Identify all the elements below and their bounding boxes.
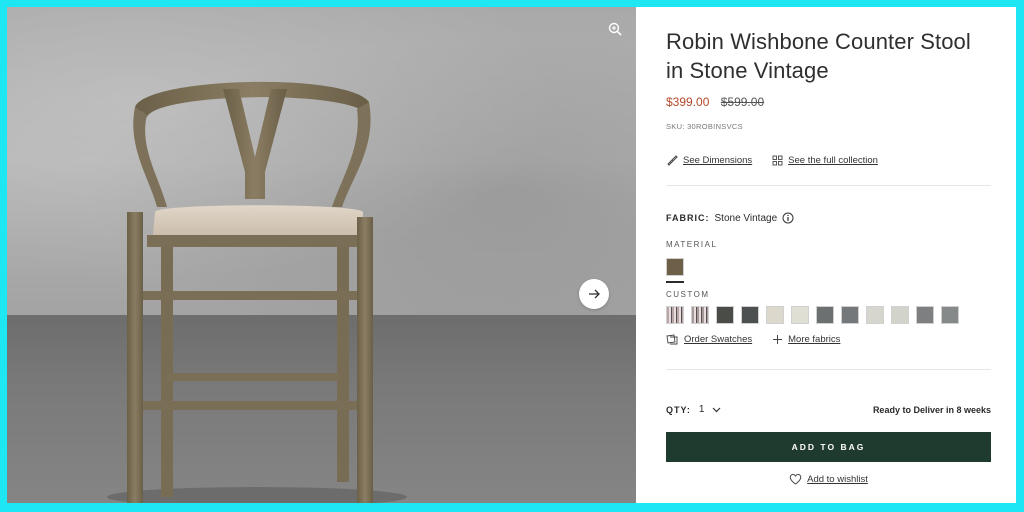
custom-swatch[interactable] — [891, 306, 909, 324]
see-collection-link[interactable]: See the full collection — [772, 155, 878, 166]
product-image — [107, 81, 407, 503]
zoom-in-icon[interactable] — [607, 21, 623, 37]
order-swatches-label: Order Swatches — [684, 334, 753, 345]
grid-icon — [772, 155, 783, 165]
quantity-select[interactable]: 1 — [699, 404, 722, 415]
custom-swatch[interactable] — [816, 306, 834, 324]
qty-label: QTY: — [666, 404, 691, 415]
fabric-row: FABRIC: Stone Vintage — [666, 212, 794, 224]
see-collection-label: See the full collection — [788, 154, 878, 166]
custom-swatch[interactable] — [691, 306, 709, 324]
add-to-wishlist-link[interactable]: Add to wishlist — [666, 473, 991, 485]
add-to-bag-button[interactable]: ADD TO BAG — [666, 432, 991, 462]
see-dimensions-label: See Dimensions — [683, 154, 753, 166]
divider — [666, 185, 991, 186]
arrow-right-icon — [589, 289, 600, 299]
custom-swatch[interactable] — [841, 306, 859, 324]
product-image-gallery — [7, 7, 636, 503]
swatch-actions: Order Swatches More fabrics — [666, 334, 860, 345]
product-links: See Dimensions See the full collection — [666, 154, 898, 166]
custom-swatch[interactable] — [941, 306, 959, 324]
product-page: Robin Wishbone Counter Stool in Stone Vi… — [7, 7, 1016, 503]
order-swatches-link[interactable]: Order Swatches — [666, 334, 752, 345]
info-icon[interactable] — [782, 212, 794, 224]
material-swatch[interactable] — [666, 258, 684, 276]
custom-swatch[interactable] — [766, 306, 784, 324]
qty-value: 1 — [698, 404, 705, 415]
custom-label: CUSTOM — [666, 290, 710, 299]
sku-text: SKU: 30ROBINSVCS — [666, 122, 743, 131]
more-fabrics-link[interactable]: More fabrics — [772, 334, 840, 345]
delivery-estimate: Ready to Deliver in 8 weeks — [872, 404, 991, 415]
custom-swatch[interactable] — [716, 306, 734, 324]
product-info-panel: Robin Wishbone Counter Stool in Stone Vi… — [666, 7, 991, 503]
selected-swatch-indicator — [666, 281, 684, 283]
chevron-down-icon — [712, 407, 721, 412]
price-row: $399.00 $599.00 — [666, 95, 764, 109]
custom-swatch[interactable] — [791, 306, 809, 324]
wishlist-label: Add to wishlist — [807, 473, 868, 485]
sale-price: $399.00 — [666, 95, 710, 109]
custom-swatch[interactable] — [666, 306, 684, 324]
next-image-button[interactable] — [579, 279, 609, 309]
ruler-icon — [667, 155, 678, 166]
more-fabrics-label: More fabrics — [788, 334, 841, 345]
plus-icon — [773, 335, 783, 344]
quantity-row: QTY: 1 Ready to Deliver in 8 weeks — [666, 404, 991, 415]
custom-swatch[interactable] — [741, 306, 759, 324]
see-dimensions-link[interactable]: See Dimensions — [666, 154, 752, 166]
fabric-value: Stone Vintage — [714, 212, 778, 224]
original-price: $599.00 — [720, 95, 765, 109]
heart-icon — [789, 473, 802, 485]
divider — [666, 369, 991, 370]
product-title: Robin Wishbone Counter Stool in Stone Vi… — [666, 29, 971, 83]
quantity-group: QTY: 1 — [666, 404, 721, 415]
fabric-label: FABRIC: — [666, 213, 710, 223]
custom-swatch[interactable] — [866, 306, 884, 324]
swatch-icon — [666, 334, 678, 345]
material-label: MATERIAL — [666, 240, 718, 249]
custom-swatch[interactable] — [916, 306, 934, 324]
